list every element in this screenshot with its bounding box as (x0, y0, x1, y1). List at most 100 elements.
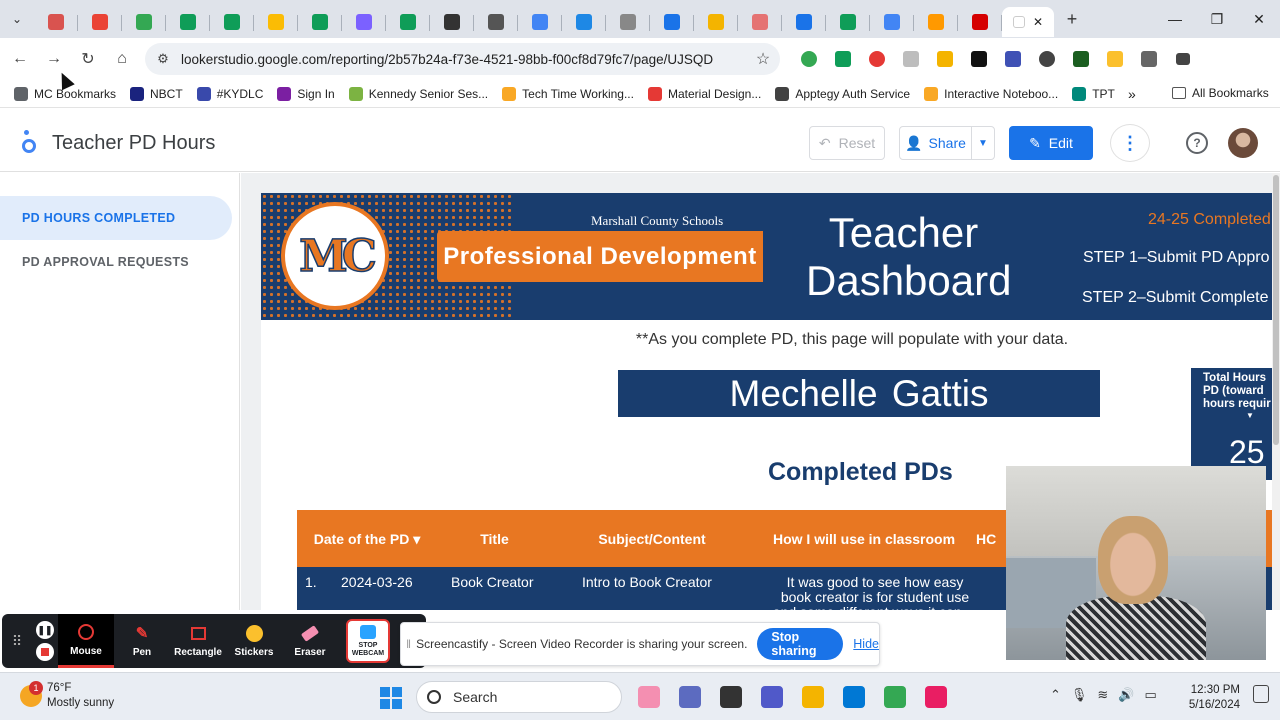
puzzle-icon[interactable] (1132, 46, 1166, 72)
hide-link[interactable]: Hide (853, 637, 879, 651)
show-hidden-icons-icon[interactable]: ⌃ (1050, 687, 1061, 703)
col-header-use[interactable]: How I will use in classroom (752, 531, 976, 547)
bookmark-item[interactable]: Apptegy Auth Service (775, 86, 910, 101)
volume-icon[interactable]: 🔊 (1118, 687, 1134, 703)
step1-link[interactable]: STEP 1–Submit PD Appro (1083, 249, 1269, 267)
bookmark-item[interactable]: NBCT (130, 86, 183, 101)
browser-tab[interactable] (518, 7, 562, 37)
col-header-subject[interactable]: Subject/Content (552, 531, 752, 547)
extension-icon[interactable] (928, 46, 962, 72)
browser-tab[interactable] (562, 7, 606, 37)
bookmark-item[interactable]: #KYDLC (196, 86, 263, 101)
rocket-icon[interactable] (1030, 46, 1064, 72)
extension-icon[interactable] (962, 46, 996, 72)
close-tab-icon[interactable]: ✕ (1033, 15, 1043, 29)
col-header-title[interactable]: Title (437, 531, 552, 547)
browser-tab[interactable] (386, 7, 430, 37)
reset-button[interactable]: ↶ Reset (809, 126, 885, 160)
battery-icon[interactable]: ▭ (1145, 687, 1157, 703)
browser-tab[interactable] (474, 7, 518, 37)
forward-arrow-icon[interactable]: → (37, 50, 71, 68)
taskbar-app-icon[interactable] (628, 681, 669, 713)
site-settings-icon[interactable]: ⚙ (145, 51, 181, 67)
bookmark-star-icon[interactable]: ☆ (746, 49, 780, 69)
canvas-scrollbar[interactable] (1272, 173, 1280, 610)
webcam-overlay[interactable] (1006, 466, 1266, 660)
extension-icon[interactable] (1064, 46, 1098, 72)
year-completed-link[interactable]: 24-25 Completed (1148, 211, 1271, 229)
home-icon[interactable]: ⌂ (105, 50, 139, 68)
nav-item-pd-hours-completed[interactable]: PD HOURS COMPLETED (0, 196, 232, 240)
reload-icon[interactable]: ↻ (71, 49, 105, 69)
stop-webcam-button[interactable]: STOP WEBCAM (346, 619, 390, 663)
extension-icon[interactable] (894, 46, 928, 72)
new-tab-button[interactable]: + (1054, 9, 1090, 30)
browser-tab[interactable] (650, 7, 694, 37)
browser-tab[interactable] (78, 7, 122, 37)
taskbar-app-icon[interactable] (669, 681, 710, 713)
tab-search-icon[interactable]: ⌄ (0, 0, 34, 38)
share-button[interactable]: 👤 Share ▼ (899, 126, 995, 160)
taskbar-app-icon[interactable] (792, 681, 833, 713)
media-icon[interactable] (1166, 46, 1200, 72)
taskbar-search[interactable]: Search (416, 681, 622, 713)
wifi-icon[interactable]: ≋ (1097, 687, 1108, 703)
browser-tab[interactable] (958, 7, 1002, 37)
eraser-tool[interactable]: Eraser (282, 614, 338, 668)
browser-tab[interactable] (738, 7, 782, 37)
url-text[interactable]: lookerstudio.google.com/reporting/2b57b2… (181, 52, 746, 67)
windows-start-icon[interactable] (380, 687, 402, 709)
col-header-date[interactable]: Date of the PD ▾ (297, 531, 437, 547)
all-bookmarks-button[interactable]: All Bookmarks (1172, 86, 1269, 100)
bookmark-item[interactable]: Sign In (277, 86, 335, 101)
restore-icon[interactable]: ❐ (1196, 0, 1238, 38)
rectangle-tool[interactable]: Rectangle (170, 614, 226, 668)
pen-tool[interactable]: ✎ Pen (114, 614, 170, 668)
taskbar-app-icon[interactable] (915, 681, 956, 713)
taskbar-app-icon[interactable] (874, 681, 915, 713)
notifications-icon[interactable] (1253, 685, 1269, 703)
weather-widget[interactable]: 1 76°F Mostly sunny (20, 681, 114, 711)
browser-tab[interactable] (210, 7, 254, 37)
extension-icon[interactable] (792, 46, 826, 72)
browser-tab[interactable] (694, 7, 738, 37)
stop-recording-icon[interactable] (36, 643, 54, 661)
extension-icon[interactable] (826, 46, 860, 72)
back-arrow-icon[interactable]: ← (3, 50, 37, 68)
browser-tab[interactable] (298, 7, 342, 37)
bookmark-item[interactable]: Tech Time Working... (502, 86, 634, 101)
mouse-tool[interactable]: Mouse (58, 614, 114, 668)
browser-tab[interactable] (782, 7, 826, 37)
taskbar-app-icon[interactable] (833, 681, 874, 713)
bookmark-item[interactable]: TPT (1072, 86, 1115, 101)
drag-handle-icon[interactable]: ⠿ (2, 633, 32, 650)
bookmark-item[interactable]: Interactive Noteboo... (924, 86, 1058, 101)
more-bookmarks-icon[interactable]: » (1128, 86, 1136, 102)
browser-tab[interactable] (870, 7, 914, 37)
microphone-icon[interactable]: 🎙 (1071, 687, 1088, 703)
browser-tab[interactable] (166, 7, 210, 37)
bookmark-item[interactable]: Material Design... (647, 86, 761, 101)
clock[interactable]: 12:30 PM 5/16/2024 (1180, 683, 1240, 713)
edit-button[interactable]: ✎ Edit (1009, 126, 1093, 160)
help-icon[interactable]: ? (1186, 132, 1208, 154)
browser-tab[interactable] (606, 7, 650, 37)
browser-tab[interactable] (430, 7, 474, 37)
bookmark-item[interactable]: Kennedy Senior Ses... (348, 86, 488, 101)
minimize-icon[interactable]: — (1154, 0, 1196, 38)
browser-tab[interactable] (254, 7, 298, 37)
taskbar-app-icon[interactable] (710, 681, 751, 713)
browser-tab[interactable] (342, 7, 386, 37)
extension-icon[interactable] (1098, 46, 1132, 72)
close-window-icon[interactable]: ✕ (1238, 0, 1280, 38)
browser-tab[interactable] (34, 7, 78, 37)
stop-sharing-button[interactable]: Stop sharing (757, 628, 844, 660)
browser-tab[interactable] (826, 7, 870, 37)
nav-item-pd-approval-requests[interactable]: PD APPROVAL REQUESTS (0, 240, 232, 284)
step2-link[interactable]: STEP 2–Submit Complete (1082, 289, 1268, 307)
extension-icon[interactable] (996, 46, 1030, 72)
browser-tab[interactable] (122, 7, 166, 37)
share-dropdown-icon[interactable]: ▼ (972, 138, 994, 149)
address-bar[interactable]: ⚙ lookerstudio.google.com/reporting/2b57… (145, 43, 780, 75)
notice-drag-handle-icon[interactable]: ‖ (401, 637, 416, 651)
